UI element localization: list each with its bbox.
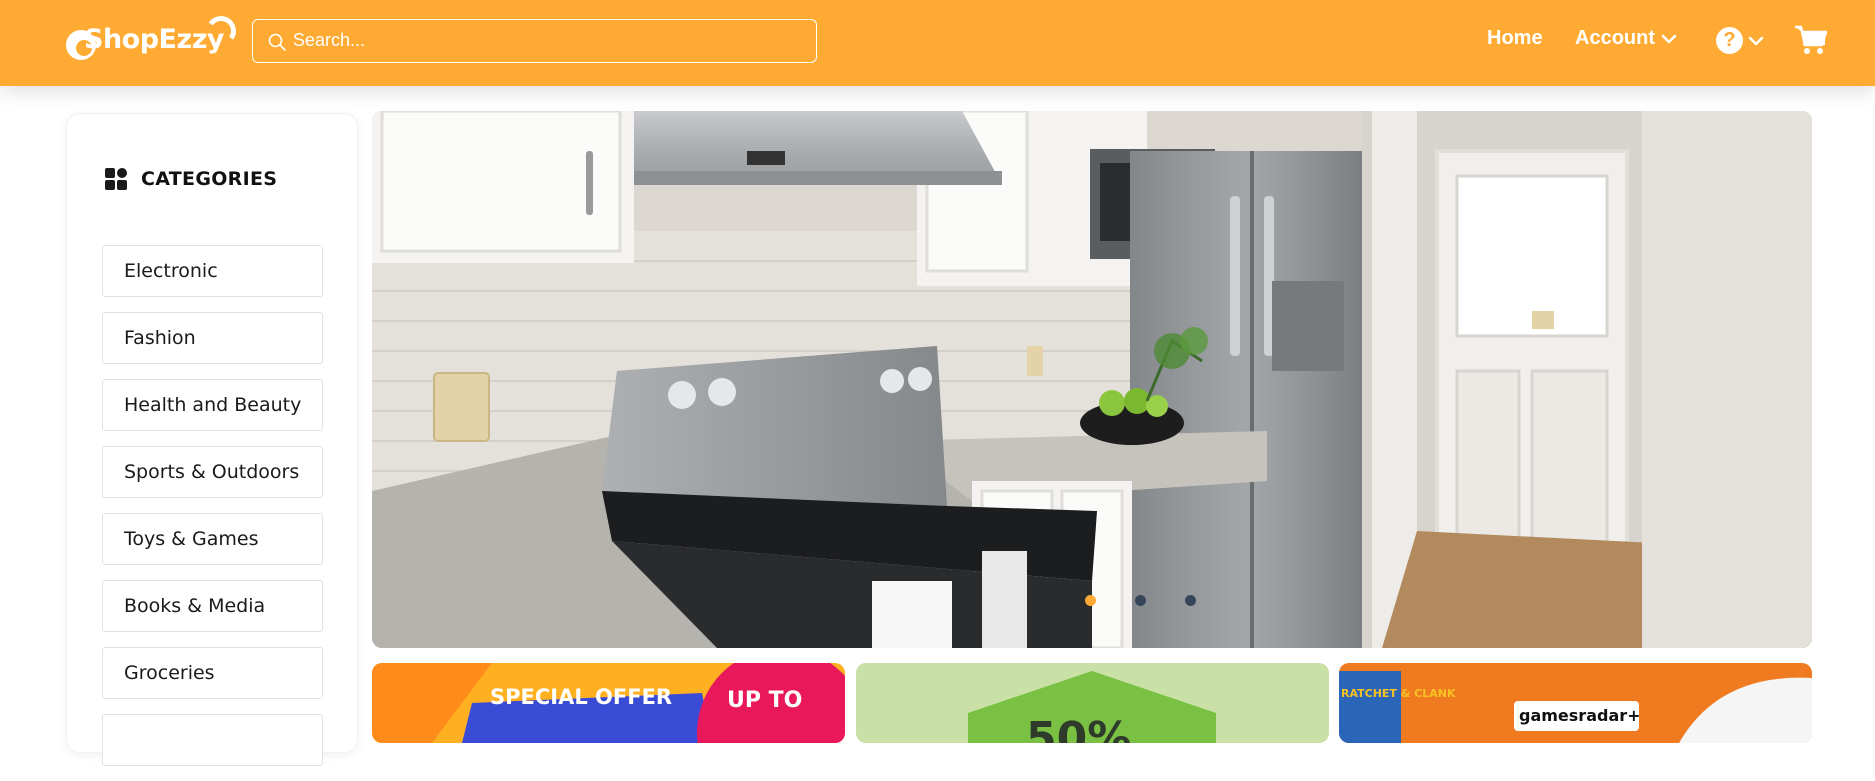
nav-home-link[interactable]: Home: [1487, 27, 1543, 50]
nav-account-menu[interactable]: Account: [1575, 27, 1677, 50]
search-icon: [268, 33, 286, 51]
help-icon: ?: [1716, 27, 1743, 54]
carousel-dot-3[interactable]: [1185, 595, 1196, 606]
games-graphic: [1339, 671, 1812, 743]
promo-card-games[interactable]: RATCHET & CLANK gamesradar+: [1339, 663, 1812, 743]
chevron-down-icon: [1748, 36, 1764, 45]
category-item-more[interactable]: [102, 714, 323, 766]
category-item-fashion[interactable]: Fashion: [102, 312, 323, 364]
promo-gamesradar-text: gamesradar+: [1519, 706, 1641, 725]
shopping-cart-icon[interactable]: [1794, 24, 1828, 56]
kitchen-hero-image: [372, 111, 1812, 648]
promo-card-discount[interactable]: 50%: [856, 663, 1329, 743]
carousel-dots: [1085, 595, 1196, 606]
hero-carousel[interactable]: [372, 111, 1812, 648]
category-item-sports-outdoors[interactable]: Sports & Outdoors: [102, 446, 323, 498]
categories-title: CATEGORIES: [141, 168, 278, 190]
category-item-electronic[interactable]: Electronic: [102, 245, 323, 297]
carousel-dot-1[interactable]: [1085, 595, 1096, 606]
category-item-books-media[interactable]: Books & Media: [102, 580, 323, 632]
category-item-toys-games[interactable]: Toys & Games: [102, 513, 323, 565]
top-header: ShopEzzy Home Account ?: [0, 0, 1875, 86]
promo-card-special-offer[interactable]: SPECIAL OFFER UP TO: [372, 663, 845, 743]
promo-special-offer-text: SPECIAL OFFER: [490, 685, 673, 709]
promo-discount-text: 50%: [1026, 713, 1132, 743]
category-item-health-beauty[interactable]: Health and Beauty: [102, 379, 323, 431]
search-input[interactable]: [293, 20, 803, 61]
nav-account-label: Account: [1575, 27, 1655, 49]
chevron-down-icon: [1661, 34, 1677, 43]
categories-header: CATEGORIES: [105, 168, 277, 190]
promo-game-title: RATCHET & CLANK: [1341, 687, 1456, 700]
shopezzy-logo[interactable]: ShopEzzy: [66, 13, 239, 68]
promo-up-to-text: UP TO: [727, 688, 803, 713]
help-menu[interactable]: ?: [1716, 27, 1765, 54]
categories-sidebar: CATEGORIES Electronic Fashion Health and…: [66, 113, 358, 766]
search-bar[interactable]: [252, 19, 817, 63]
grid-icon: [105, 168, 127, 190]
carousel-dot-2[interactable]: [1135, 595, 1146, 606]
category-list: Electronic Fashion Health and Beauty Spo…: [102, 245, 323, 781]
logo-text: ShopEzzy: [84, 24, 225, 55]
category-item-groceries[interactable]: Groceries: [102, 647, 323, 699]
